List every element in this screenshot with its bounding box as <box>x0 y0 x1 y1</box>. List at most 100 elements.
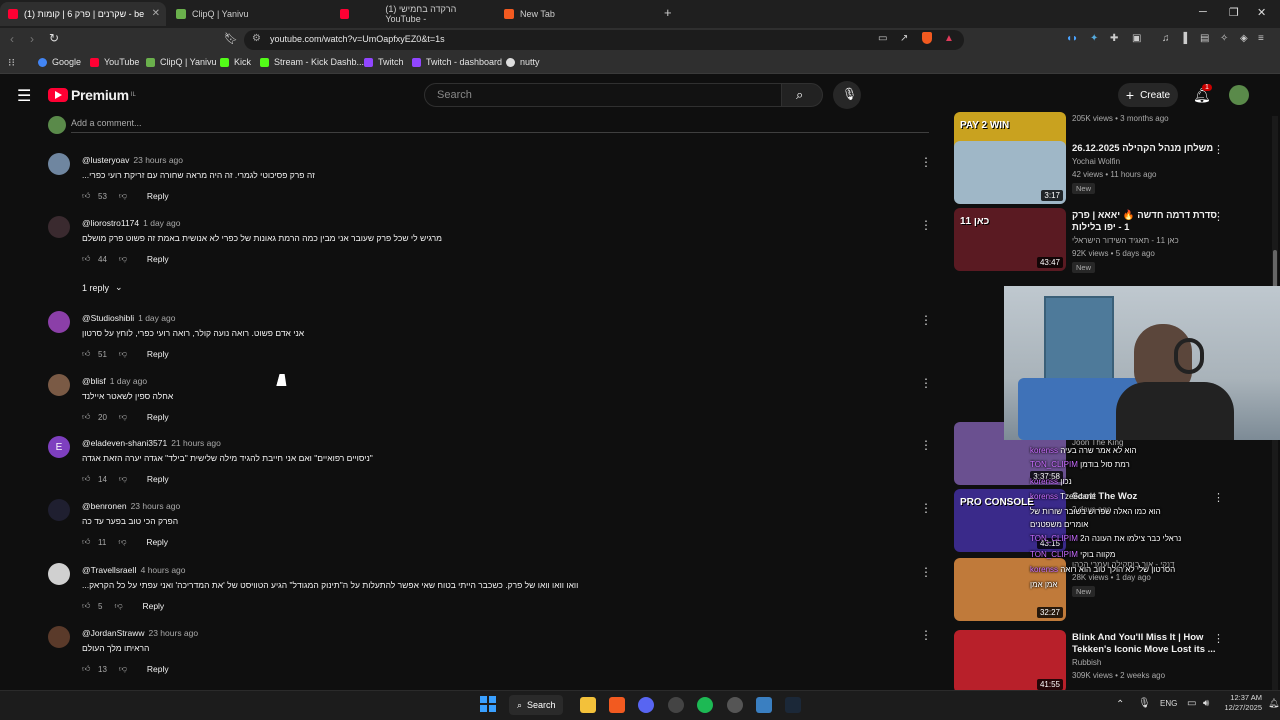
taskbar-search[interactable]: ⌕ Search <box>509 695 563 715</box>
search-button[interactable]: ⌕ <box>781 83 823 107</box>
thumbs-down-icon[interactable]: 👎︎ <box>118 537 128 547</box>
more-options-icon[interactable]: ⋮ <box>920 313 932 327</box>
related-video[interactable]: 41:55 Blink And You'll Miss It | How Tekk… <box>954 630 1230 694</box>
app-icon[interactable] <box>668 697 684 713</box>
discord-icon[interactable] <box>638 697 654 713</box>
microphone-icon[interactable]: 🎙︎ <box>1138 698 1151 709</box>
voice-search-button[interactable]: 🎙︎ <box>833 81 861 109</box>
video-channel[interactable]: Rubbish <box>1072 658 1101 667</box>
thumbs-up-icon[interactable]: 👍︎ <box>82 349 92 359</box>
reply-button[interactable]: Reply <box>147 191 169 201</box>
thumbs-down-icon[interactable]: 👎︎ <box>119 412 129 422</box>
reply-button[interactable]: Reply <box>147 254 169 264</box>
hamburger-menu-icon[interactable]: ☰ <box>17 86 31 106</box>
video-channel[interactable]: כאן 11 - תאגיד השידור הישראלי <box>1072 236 1179 245</box>
comment-author[interactable]: @TravellsraelI 4 hours ago <box>82 565 186 575</box>
extension-icon[interactable]: ◖◗ <box>1066 33 1078 44</box>
video-title[interactable]: סדרת דרמה חדשה 🔥 יאאא | פרק 1 - יפו בליל… <box>1072 210 1222 234</box>
reply-button[interactable]: Reply <box>146 537 168 547</box>
steam-icon[interactable] <box>785 697 801 713</box>
video-title[interactable]: 26.12.2025 משלחן מנהל הקהילה <box>1072 143 1222 155</box>
comment-author[interactable]: @Studioshibli 1 day ago <box>82 313 175 323</box>
more-options-icon[interactable]: ⋮ <box>920 376 932 390</box>
rewards-icon[interactable]: ▲ <box>944 33 954 44</box>
bookmark-nutty[interactable]: nutty <box>506 57 540 67</box>
notifications-button[interactable]: 🔔︎ 1 <box>1193 84 1212 105</box>
more-options-icon[interactable]: ⋮ <box>920 565 932 579</box>
bookmark-twitch-dashboard[interactable]: Twitch - dashboard <box>412 57 502 67</box>
related-video[interactable]: 3:17 26.12.2025 משלחן מנהל הקהילה Yochai W… <box>954 141 1230 205</box>
video-thumbnail[interactable]: 3:17 <box>954 141 1066 204</box>
brave-browser-icon[interactable] <box>609 697 625 713</box>
avatar[interactable] <box>48 153 70 175</box>
comment-author[interactable]: @eladeven-shani3571 21 hours ago <box>82 438 221 448</box>
video-title[interactable]: Blink And You'll Miss It | How Tekken's … <box>1072 632 1222 656</box>
media-icon[interactable]: ♫ <box>1162 33 1170 44</box>
avatar[interactable] <box>48 563 70 585</box>
thumbs-down-icon[interactable]: 👎︎ <box>119 474 129 484</box>
network-icon[interactable]: ▭ <box>1187 698 1196 709</box>
reply-button[interactable]: Reply <box>147 412 169 422</box>
avatar[interactable] <box>48 216 70 238</box>
windows-start-icon[interactable] <box>480 696 496 712</box>
bookmark-clipq[interactable]: ClipQ | Yanivu <box>146 57 217 67</box>
more-options-icon[interactable]: ⋮ <box>1213 491 1224 504</box>
comment-author[interactable]: @JordanStraww 23 hours ago <box>82 628 198 638</box>
more-options-icon[interactable]: ⋮ <box>920 218 932 232</box>
notification-center-icon[interactable]: 🔔︎ <box>1268 698 1279 709</box>
scrollbar-thumb[interactable] <box>1273 250 1277 290</box>
bookmark-icon[interactable]: 🔖︎ <box>224 32 238 45</box>
add-comment-input[interactable]: Add a comment... <box>71 118 142 128</box>
spotify-icon[interactable] <box>697 697 713 713</box>
thumbs-up-icon[interactable]: 👍︎ <box>82 191 92 201</box>
more-options-icon[interactable]: ⋮ <box>1213 632 1224 645</box>
video-thumbnail[interactable]: כאן 11 43:47 <box>954 208 1066 271</box>
file-explorer-icon[interactable] <box>580 697 596 713</box>
cast-icon[interactable]: ▭ <box>878 33 887 44</box>
reply-button[interactable]: Reply <box>147 474 169 484</box>
bookmark-kick[interactable]: Kick <box>220 57 251 67</box>
bookmark-google[interactable]: Google <box>38 57 81 67</box>
vpn-icon[interactable]: ◈ <box>1240 33 1248 44</box>
bookmark-kick-dashboard[interactable]: Stream - Kick Dashb... <box>260 57 364 67</box>
reply-button[interactable]: Reply <box>142 601 164 611</box>
bookmark-youtube[interactable]: YouTube <box>90 57 139 67</box>
thumbs-up-icon[interactable]: 👍︎ <box>82 254 92 264</box>
volume-icon[interactable]: 🔊︎ <box>1203 698 1209 709</box>
tab-active[interactable]: be - שקרנים | פרק 6 | קומות (1) ✕ <box>0 2 166 26</box>
comment-author[interactable]: @liorostro1174 1 day ago <box>82 218 180 228</box>
bookmark-twitch[interactable]: Twitch <box>364 57 404 67</box>
more-options-icon[interactable]: ⋮ <box>1213 210 1224 223</box>
site-info-icon[interactable]: ⚙︎ <box>252 33 261 44</box>
thumbs-up-icon[interactable]: 👍︎ <box>82 474 92 484</box>
more-options-icon[interactable]: ⋮ <box>920 155 932 169</box>
account-avatar[interactable] <box>1229 85 1249 105</box>
restore-icon[interactable]: ❐ <box>1229 6 1239 19</box>
more-options-icon[interactable]: ⋮ <box>920 501 932 515</box>
tab-new[interactable]: New Tab <box>496 2 656 26</box>
new-tab-icon[interactable]: + <box>664 5 672 20</box>
forward-icon[interactable]: › <box>30 32 34 46</box>
menu-icon[interactable]: ≡ <box>1258 33 1264 44</box>
close-tab-icon[interactable]: ✕ <box>152 8 160 19</box>
thumbs-down-icon[interactable]: 👎︎ <box>119 664 129 674</box>
minimize-icon[interactable]: ─ <box>1199 6 1207 18</box>
tab-clipq[interactable]: ClipQ | Yanivu <box>168 2 328 26</box>
apps-icon[interactable]: ⁝⁝ <box>8 56 15 69</box>
puzzle-icon[interactable]: ✚ <box>1110 33 1118 44</box>
replies-toggle[interactable]: 1 reply ⌄ <box>82 282 123 293</box>
thumbs-down-icon[interactable]: 👎︎ <box>114 601 124 611</box>
tab-youtube[interactable]: הרקדה בחמישי (1) YouTube - <box>332 2 492 26</box>
related-video[interactable]: כאן 11 43:47 סדרת דרמה חדשה 🔥 יאאא | פרק 1… <box>954 208 1230 273</box>
comment-author[interactable]: @lusteryoav 23 hours ago <box>82 155 183 165</box>
thumbs-down-icon[interactable]: 👎︎ <box>119 254 129 264</box>
comment-author[interactable]: @benronen 23 hours ago <box>82 501 180 511</box>
extension-icon[interactable]: ▣ <box>1132 33 1141 44</box>
brave-shield-icon[interactable] <box>922 32 932 44</box>
thumbs-up-icon[interactable]: 👍︎ <box>82 664 92 674</box>
comment-author[interactable]: @blisf 1 day ago <box>82 376 147 386</box>
reply-button[interactable]: Reply <box>147 664 169 674</box>
thumbs-down-icon[interactable]: 👎︎ <box>119 191 129 201</box>
thumbs-up-icon[interactable]: 👍︎ <box>82 601 92 611</box>
reply-button[interactable]: Reply <box>147 349 169 359</box>
